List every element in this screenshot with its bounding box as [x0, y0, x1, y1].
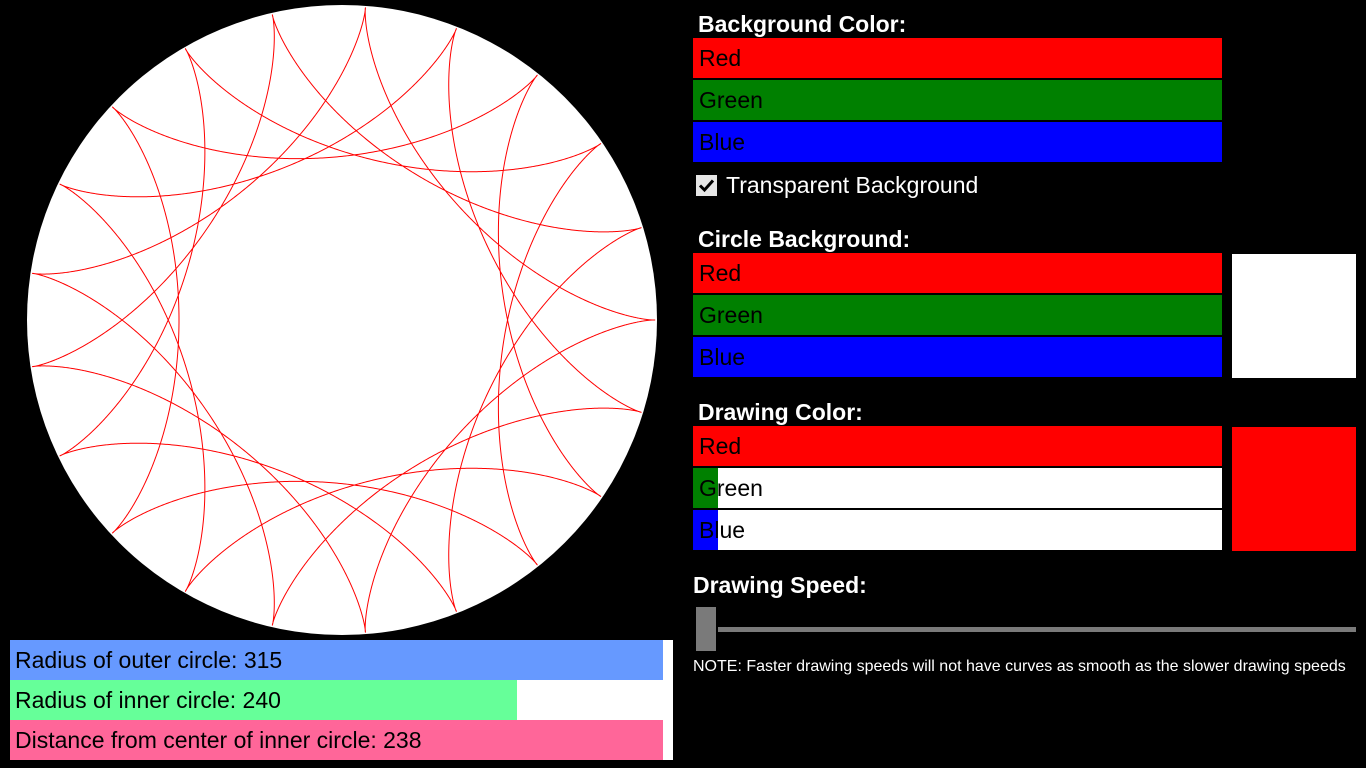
drawing-blue-slider[interactable]: Blue — [693, 510, 1222, 550]
transparent-background-checkbox[interactable] — [696, 175, 717, 196]
circle-background-heading: Circle Background: — [698, 226, 911, 252]
background-green-fill — [693, 80, 1222, 120]
background-red-fill — [693, 38, 1222, 78]
spirograph-canvas — [27, 5, 657, 635]
drawing-blue-label: Blue — [699, 517, 746, 543]
circle-blue-label: Blue — [699, 344, 746, 370]
drawing-red-fill — [693, 426, 1222, 466]
inner-radius-label: Radius of inner circle: 240 — [15, 687, 281, 713]
drawing-speed-track[interactable] — [718, 627, 1356, 632]
outer-radius-slider[interactable]: Radius of outer circle: 315 — [10, 640, 673, 680]
drawing-color-preview — [1232, 427, 1356, 551]
pen-distance-slider[interactable]: Distance from center of inner circle: 23… — [10, 720, 673, 760]
background-blue-label: Blue — [699, 129, 746, 155]
circle-red-fill — [693, 253, 1222, 293]
circle-green-slider[interactable]: Green — [693, 295, 1222, 335]
pen-distance-label: Distance from center of inner circle: 23… — [15, 727, 422, 753]
background-green-slider[interactable]: Green — [693, 80, 1222, 120]
drawing-speed-note: NOTE: Faster drawing speeds will not hav… — [693, 658, 1346, 675]
circle-green-label: Green — [699, 302, 763, 328]
drawing-green-slider[interactable]: Green — [693, 468, 1222, 508]
checkmark-icon — [698, 179, 715, 193]
circle-red-slider[interactable]: Red — [693, 253, 1222, 293]
outer-radius-label: Radius of outer circle: 315 — [15, 647, 283, 673]
background-blue-fill — [693, 122, 1222, 162]
drawing-speed-thumb[interactable] — [696, 607, 716, 651]
circle-background-preview — [1232, 254, 1356, 378]
transparent-background-label: Transparent Background — [726, 172, 979, 198]
background-red-label: Red — [699, 45, 742, 71]
circle-green-fill — [693, 295, 1222, 335]
drawing-red-label: Red — [699, 433, 742, 459]
background-green-label: Green — [699, 87, 763, 113]
drawing-red-slider[interactable]: Red — [693, 426, 1222, 466]
circle-blue-slider[interactable]: Blue — [693, 337, 1222, 377]
circle-blue-fill — [693, 337, 1222, 377]
background-red-slider[interactable]: Red — [693, 38, 1222, 78]
inner-radius-slider[interactable]: Radius of inner circle: 240 — [10, 680, 673, 720]
background-color-heading: Background Color: — [698, 11, 907, 37]
drawing-green-label: Green — [699, 475, 763, 501]
drawing-speed-heading: Drawing Speed: — [693, 572, 867, 598]
circle-red-label: Red — [699, 260, 742, 286]
background-blue-slider[interactable]: Blue — [693, 122, 1222, 162]
drawing-color-heading: Drawing Color: — [698, 399, 863, 425]
